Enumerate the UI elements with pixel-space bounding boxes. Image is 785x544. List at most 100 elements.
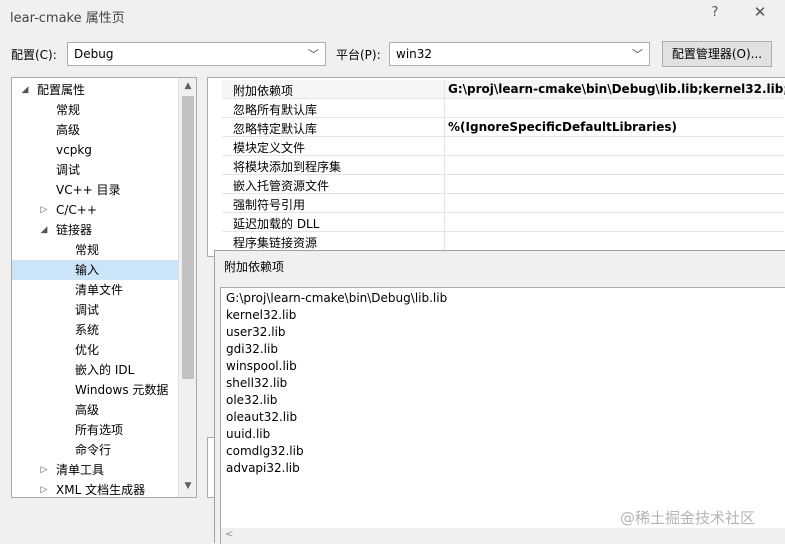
tree-item[interactable]: VC++ 目录 [12, 180, 178, 200]
tree-item[interactable]: 常规 [12, 100, 178, 120]
config-manager-button[interactable]: 配置管理器(O)... [662, 41, 772, 67]
tree-item[interactable]: 优化 [12, 340, 178, 360]
property-name: 忽略所有默认库 [233, 103, 318, 117]
tree-item[interactable]: ▷ XML 文档生成器 [12, 480, 178, 497]
platform-value: win32 [396, 47, 433, 61]
column-divider [444, 175, 445, 194]
scroll-up-icon[interactable]: ▲ [179, 81, 196, 91]
tree-item-label: XML 文档生成器 [56, 483, 146, 497]
horizontal-scrollbar[interactable]: < [221, 528, 785, 544]
scroll-left-icon[interactable]: < [225, 529, 233, 540]
dependency-line: uuid.lib [226, 427, 271, 441]
tree-item[interactable]: Windows 元数据 [12, 380, 178, 400]
expand-arrow-icon[interactable]: ▷ [38, 480, 50, 497]
property-row[interactable]: 强制符号引用 [222, 194, 784, 213]
tree-item-label: C/C++ [56, 203, 97, 217]
platform-label: 平台(P): [336, 48, 381, 62]
dependency-line: oleaut32.lib [226, 410, 298, 424]
platform-dropdown[interactable]: win32 ﹀ [389, 42, 650, 66]
tree-item-label: 命令行 [75, 443, 112, 457]
property-row[interactable]: 模块定义文件 [222, 137, 784, 156]
config-value: Debug [74, 47, 114, 61]
tree-item[interactable]: 调试 [12, 300, 178, 320]
scroll-down-icon[interactable]: ▼ [179, 481, 196, 491]
tree-item-label: 常规 [75, 243, 100, 257]
property-row[interactable]: 延迟加载的 DLL [222, 213, 784, 232]
config-dropdown[interactable]: Debug ﹀ [67, 42, 326, 66]
property-row[interactable]: 忽略特定默认库 %(IgnoreSpecificDefaultLibraries) [222, 118, 784, 137]
tree-item-label: 高级 [75, 403, 100, 417]
column-divider [444, 137, 445, 156]
tree-item[interactable]: 嵌入的 IDL [12, 360, 178, 380]
tree-item[interactable]: 输入 [12, 260, 178, 280]
tree-item[interactable]: 高级 [12, 400, 178, 420]
tree-item[interactable]: 命令行 [12, 440, 178, 460]
tree-item-label: 常规 [56, 103, 81, 117]
column-divider [444, 118, 445, 137]
property-name: 附加依赖项 [233, 84, 294, 98]
property-name: 模块定义文件 [233, 141, 306, 155]
tree-item[interactable]: 所有选项 [12, 420, 178, 440]
dependency-line: shell32.lib [226, 376, 288, 390]
column-divider [444, 80, 445, 99]
property-row[interactable]: 附加依赖项 G:\proj\learn-cmake\bin\Debug\lib.l… [222, 80, 785, 99]
tree-item[interactable]: ▷ C/C++ [12, 200, 178, 220]
dialog-title: 附加依赖项 [224, 260, 285, 274]
property-row[interactable]: 忽略所有默认库 [222, 99, 784, 118]
property-name: 忽略特定默认库 [233, 122, 318, 136]
expand-arrow-icon[interactable]: ▷ [38, 200, 50, 220]
property-value[interactable]: %(IgnoreSpecificDefaultLibraries) [448, 120, 677, 134]
tree-item-label: VC++ 目录 [56, 183, 121, 197]
tree-item[interactable]: 调试 [12, 160, 178, 180]
dependency-line: ole32.lib [226, 393, 278, 407]
chevron-down-icon: ﹀ [308, 48, 319, 61]
config-label: 配置(C): [11, 48, 57, 62]
tree-item-label: 链接器 [56, 223, 93, 237]
tree-item[interactable]: ◢ 链接器 [12, 220, 178, 240]
tree-item-label: 调试 [56, 163, 81, 177]
column-divider [444, 232, 445, 251]
help-button[interactable]: ? [705, 5, 725, 20]
property-row[interactable]: 程序集链接资源 [222, 232, 784, 251]
close-button[interactable]: ✕ [748, 3, 772, 21]
tree-item[interactable]: ▷ 清单工具 [12, 460, 178, 480]
dependency-line: kernel32.lib [226, 308, 297, 322]
property-row[interactable]: 将模块添加到程序集 [222, 156, 784, 175]
dependency-line: gdi32.lib [226, 342, 278, 356]
property-grid: 附加依赖项 G:\proj\learn-cmake\bin\Debug\lib.l… [207, 77, 785, 257]
expand-arrow-icon[interactable]: ▷ [38, 460, 50, 480]
dependencies-textbox[interactable]: < G:\proj\learn-cmake\bin\Debug\lib.lib k… [220, 287, 785, 544]
dependency-line: user32.lib [226, 325, 286, 339]
tree-item-label: 清单工具 [56, 463, 105, 477]
column-divider [444, 213, 445, 232]
tree-item-label: 配置属性 [37, 83, 86, 97]
column-divider [444, 99, 445, 118]
tree-item[interactable]: vcpkg [12, 140, 178, 160]
tree-item-label: 清单文件 [75, 283, 124, 297]
chevron-down-icon: ﹀ [632, 48, 643, 61]
additional-dependencies-dialog: 附加依赖项 < G:\proj\learn-cmake\bin\Debug\li… [214, 250, 785, 544]
tree-item[interactable]: 清单文件 [12, 280, 178, 300]
tree-item[interactable]: ◢ 配置属性 [12, 80, 178, 100]
dependency-line: advapi32.lib [226, 461, 300, 475]
tree-item-label: 所有选项 [75, 423, 124, 437]
tree-item-label: 系统 [75, 323, 100, 337]
tree-scrollbar[interactable]: ▲ ▼ [178, 78, 196, 497]
title-bar: lear-cmake 属性页 ? ✕ [0, 0, 785, 32]
tree-item-label: 调试 [75, 303, 100, 317]
property-name: 程序集链接资源 [233, 236, 318, 250]
tree-item[interactable]: 系统 [12, 320, 178, 340]
tree-item-label: Windows 元数据 [75, 383, 169, 397]
column-divider [444, 156, 445, 175]
property-value[interactable]: G:\proj\learn-cmake\bin\Debug\lib.lib;ke… [448, 82, 785, 96]
collapse-arrow-icon[interactable]: ◢ [19, 80, 31, 100]
collapse-arrow-icon[interactable]: ◢ [38, 220, 50, 240]
property-name: 强制符号引用 [233, 198, 306, 212]
tree-item[interactable]: 高级 [12, 120, 178, 140]
scrollbar-thumb[interactable] [182, 96, 194, 379]
property-row[interactable]: 嵌入托管资源文件 [222, 175, 784, 194]
window-title: lear-cmake 属性页 [10, 11, 125, 26]
tree-item[interactable]: 常规 [12, 240, 178, 260]
column-divider [444, 194, 445, 213]
property-tree[interactable]: ◢ 配置属性 常规 高级 vcpkg 调试 VC++ 目录 ▷ C/C++ ◢ 链接器 常规 输入 清单文… [11, 77, 197, 498]
